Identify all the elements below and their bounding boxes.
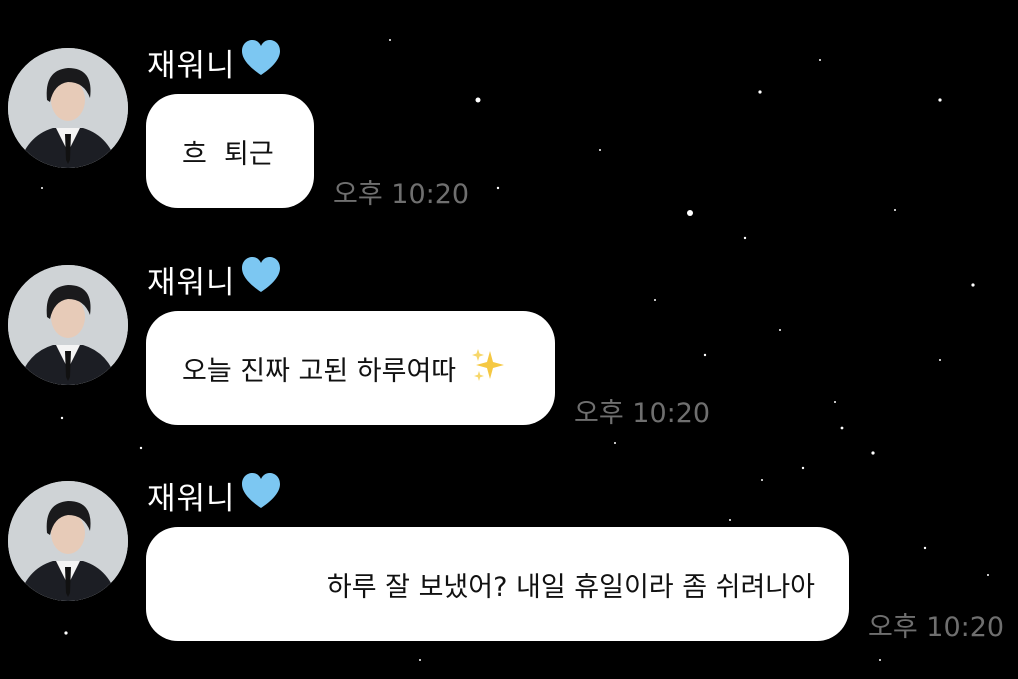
sender-label: 재워니: [147, 264, 236, 301]
avatar[interactable]: [8, 265, 128, 385]
message-timestamp: 오후 10:20: [333, 179, 470, 210]
blue-heart-icon: [240, 39, 282, 85]
sender-label: 재워니: [147, 480, 236, 517]
sender-name: 재워니: [147, 473, 282, 517]
message-text: 오늘 진짜 고된 하루여따: [182, 355, 457, 387]
avatar[interactable]: [8, 48, 128, 168]
chat-message: 재워니 하루 잘 보냈어? 내일 휴일이라 좀 쉬려나아 오후 10:20: [0, 473, 1018, 679]
message-text: 흐 퇴근: [182, 138, 274, 170]
sparkles-icon: [470, 347, 506, 390]
sender-name: 재워니: [147, 40, 282, 84]
sender-name: 재워니: [147, 257, 282, 301]
message-text: 하루 잘 보냈어? 내일 휴일이라 좀 쉬려나아: [326, 571, 815, 603]
chat-message: 재워니 오늘 진짜 고된 하루여따 오후 10:20: [0, 257, 1018, 465]
blue-heart-icon: [240, 256, 282, 302]
message-bubble[interactable]: 하루 잘 보냈어? 내일 휴일이라 좀 쉬려나아: [146, 527, 849, 641]
blue-heart-icon: [240, 472, 282, 518]
message-bubble[interactable]: 흐 퇴근: [146, 94, 314, 208]
chat-message: 재워니 흐 퇴근 오후 10:20: [0, 40, 1018, 248]
avatar[interactable]: [8, 481, 128, 601]
sender-label: 재워니: [147, 47, 236, 84]
message-timestamp: 오후 10:20: [574, 398, 711, 429]
message-bubble[interactable]: 오늘 진짜 고된 하루여따: [146, 311, 555, 425]
message-timestamp: 오후 10:20: [868, 612, 1005, 643]
